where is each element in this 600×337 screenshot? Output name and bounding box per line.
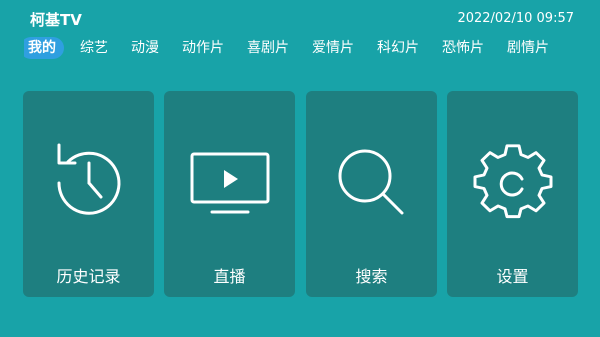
tab-scifi[interactable]: 科幻片 bbox=[373, 37, 423, 59]
history-clock-icon bbox=[23, 143, 154, 223]
tab-drama[interactable]: 剧情片 bbox=[503, 37, 553, 59]
category-tabs: 我的 综艺 动漫 动作片 喜剧片 爱情片 科幻片 恐怖片 剧情片 bbox=[24, 37, 600, 61]
tab-horror[interactable]: 恐怖片 bbox=[438, 37, 488, 59]
settings-card-label: 设置 bbox=[496, 267, 529, 286]
tab-action[interactable]: 动作片 bbox=[178, 37, 228, 59]
tab-mine[interactable]: 我的 bbox=[24, 37, 64, 59]
history-card[interactable]: 历史记录 bbox=[23, 91, 154, 297]
tab-comedy[interactable]: 喜剧片 bbox=[243, 37, 293, 59]
search-card-label: 搜索 bbox=[355, 267, 388, 286]
live-card[interactable]: 直播 bbox=[164, 91, 295, 297]
home-cards: 历史记录 直播 搜索 设置 bbox=[23, 91, 579, 298]
tab-anime[interactable]: 动漫 bbox=[127, 37, 163, 59]
tab-romance[interactable]: 爱情片 bbox=[308, 37, 358, 59]
tv-play-icon bbox=[164, 143, 295, 223]
search-card[interactable]: 搜索 bbox=[306, 91, 437, 297]
search-icon bbox=[306, 143, 437, 223]
gear-icon bbox=[447, 143, 578, 223]
live-card-label: 直播 bbox=[213, 267, 246, 286]
tab-variety[interactable]: 综艺 bbox=[76, 37, 112, 59]
app-title: 柯基TV bbox=[30, 11, 82, 29]
settings-card[interactable]: 设置 bbox=[447, 91, 578, 297]
clock: 2022/02/10 09:57 bbox=[457, 11, 574, 26]
history-card-label: 历史记录 bbox=[56, 267, 121, 286]
